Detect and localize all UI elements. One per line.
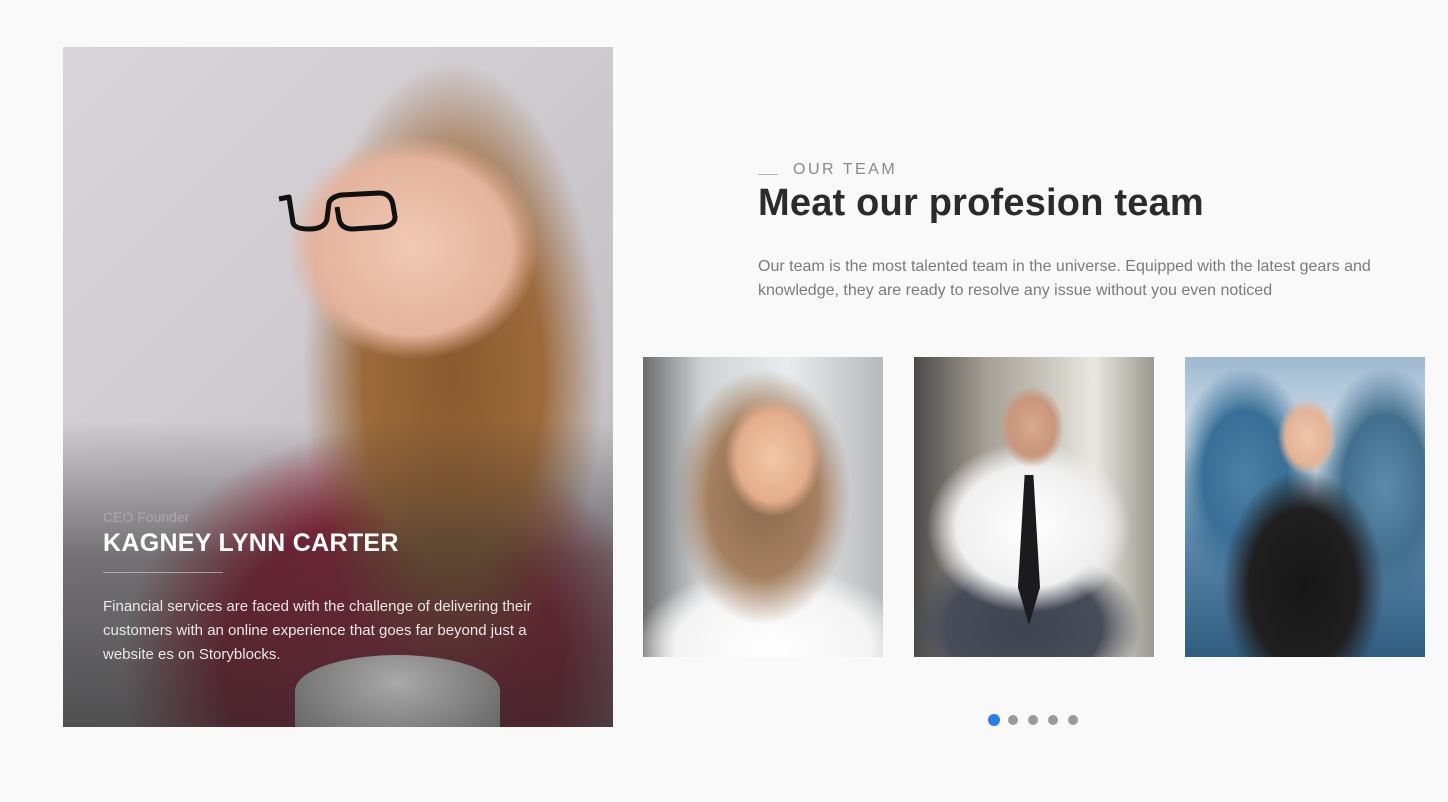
carousel-dot[interactable] <box>1068 715 1078 725</box>
member-role: CEO Founder <box>103 509 190 525</box>
divider <box>103 572 223 573</box>
team-member-card[interactable] <box>1185 357 1425 657</box>
eyebrow: OUR TEAM <box>758 160 1398 180</box>
carousel-dot[interactable] <box>1048 715 1058 725</box>
featured-member-info: CEO Founder KAGNEY LYNN CARTER Financial… <box>103 509 573 667</box>
carousel-dot[interactable] <box>1008 715 1018 725</box>
featured-member-card[interactable]: CEO Founder KAGNEY LYNN CARTER Financial… <box>63 47 613 727</box>
member-name: KAGNEY LYNN CARTER <box>103 529 399 557</box>
section-heading: OUR TEAM Meat our profesion team Our tea… <box>758 160 1398 303</box>
carousel-pagination <box>988 714 1088 726</box>
eyebrow-dash <box>758 173 778 175</box>
team-member-card[interactable] <box>643 357 883 657</box>
member-bio: Financial services are faced with the ch… <box>103 598 532 663</box>
tie-graphic <box>1018 475 1040 625</box>
section-title: Meat our profesion team <box>758 182 1204 224</box>
team-member-card[interactable] <box>914 357 1154 657</box>
section-description: Our team is the most talented team in th… <box>758 258 1371 299</box>
glasses-graphic <box>278 190 398 232</box>
carousel-dot[interactable] <box>1028 715 1038 725</box>
eyebrow-label: OUR TEAM <box>793 161 898 178</box>
carousel-dot-active[interactable] <box>988 714 1000 726</box>
